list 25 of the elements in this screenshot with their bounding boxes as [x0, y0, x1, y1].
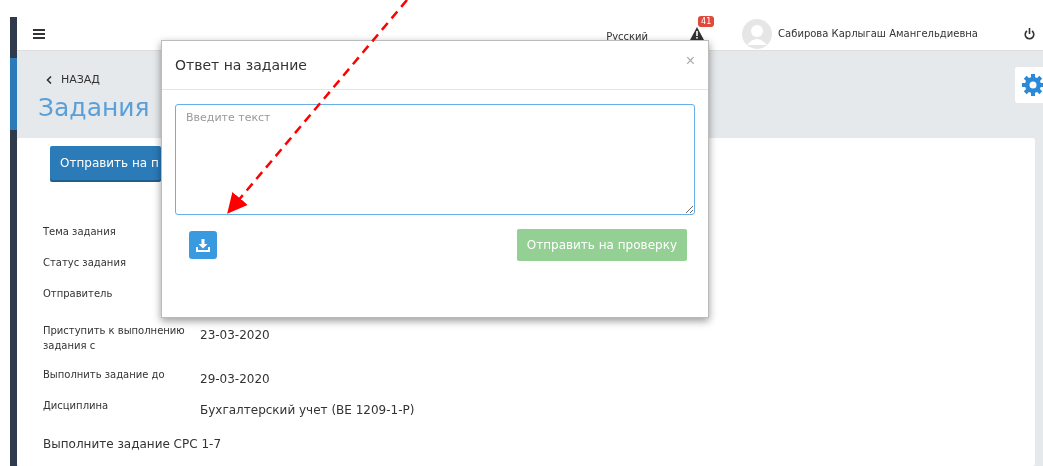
user-name[interactable]: Сабирова Карлыгаш Амангельдиевна — [778, 28, 978, 39]
download-button[interactable] — [189, 231, 217, 259]
field-label: Статус задания — [43, 256, 127, 270]
chevron-left-icon[interactable] — [46, 75, 52, 84]
modal-title: Ответ на задание — [175, 57, 307, 73]
menu-icon[interactable] — [33, 28, 45, 39]
field-value: 29-03-2020 — [200, 372, 270, 386]
task-text: Выполните задание СРС 1-7 — [43, 437, 223, 451]
notification-badge: 41 — [698, 16, 715, 27]
page-title: Задания — [38, 93, 150, 123]
answer-field[interactable]: Введите текст — [175, 104, 695, 215]
field-label: Отправитель — [43, 287, 114, 301]
field-label: Выполнить задание до — [43, 368, 166, 382]
warning-icon[interactable] — [690, 27, 705, 40]
back-link[interactable]: НАЗАД — [61, 73, 100, 86]
power-icon[interactable] — [1024, 27, 1035, 40]
download-icon — [196, 238, 210, 252]
submit-button[interactable]: Отправить на п — [50, 146, 161, 180]
field-label: Тема задания — [43, 225, 117, 239]
language-selector[interactable]: Русский — [606, 31, 649, 42]
settings-tab[interactable] — [1015, 67, 1043, 103]
field-value: 23-03-2020 — [200, 328, 270, 342]
field-value: Бухгалтерский учет (BE 1209-1-P) — [200, 403, 415, 417]
field-label: Приступить к выполнению задания с — [43, 324, 186, 353]
field-label: Дисциплина — [43, 399, 110, 413]
